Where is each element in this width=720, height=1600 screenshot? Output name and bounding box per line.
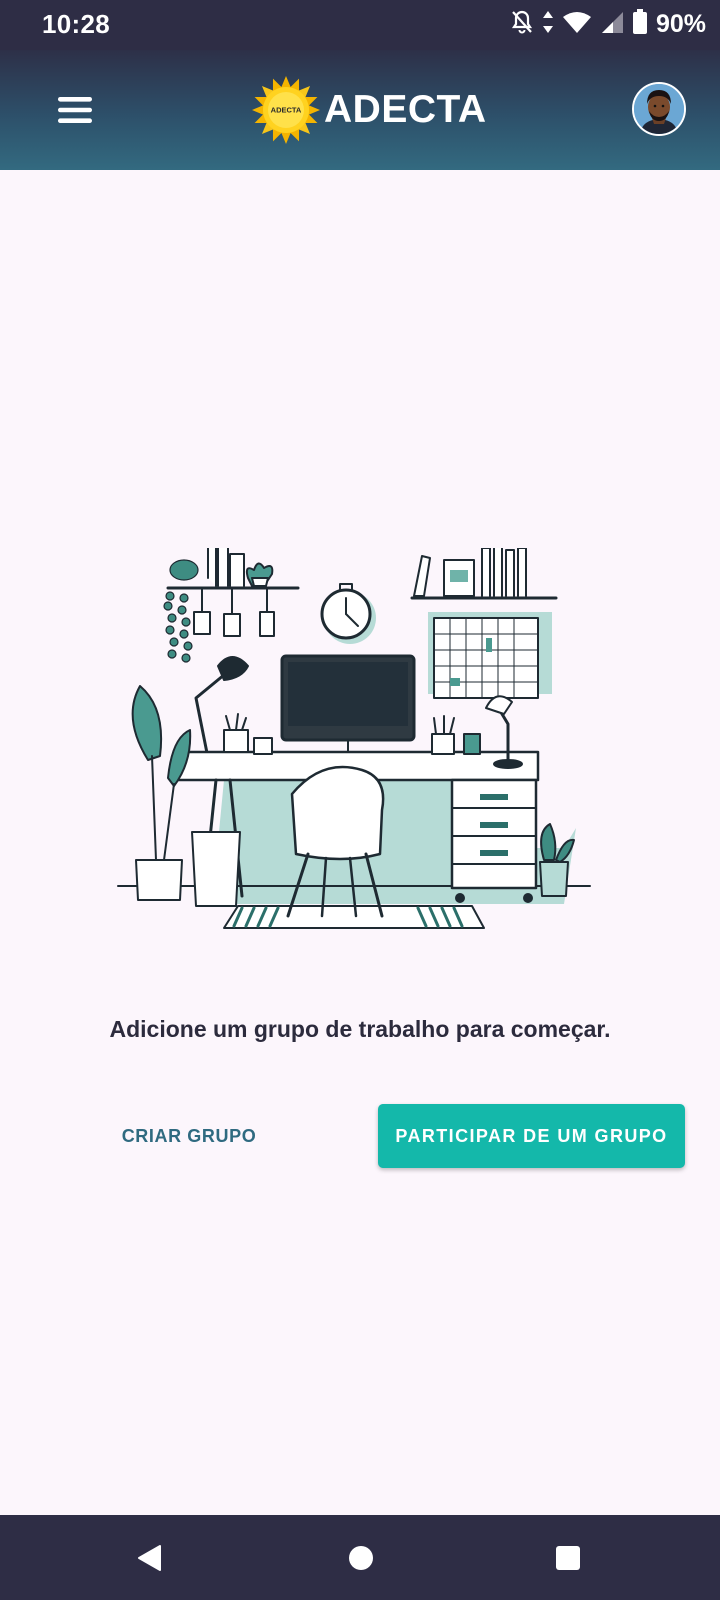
- back-icon: [138, 1545, 161, 1571]
- status-icons: 90%: [510, 8, 706, 40]
- home-button[interactable]: [338, 1535, 384, 1581]
- join-group-button[interactable]: PARTICIPAR DE UM GRUPO: [378, 1104, 685, 1168]
- empty-state-message: Adicione um grupo de trabalho para começ…: [109, 1016, 611, 1042]
- back-button[interactable]: [127, 1535, 173, 1581]
- avatar[interactable]: [632, 82, 686, 136]
- home-icon: [349, 1546, 373, 1570]
- cell-signal-icon: [600, 10, 624, 39]
- status-time: 10:28: [42, 9, 110, 39]
- logo-text: ADECTA: [271, 106, 302, 115]
- workspace-illustration: [117, 548, 591, 929]
- data-arrows-icon: [542, 10, 554, 39]
- navigation-bar: [0, 1515, 720, 1600]
- app-title: ADECTA: [324, 88, 487, 131]
- menu-button[interactable]: [46, 80, 106, 140]
- recents-button[interactable]: [545, 1535, 591, 1581]
- bell-off-icon: [510, 9, 534, 40]
- battery-percent: 90%: [655, 9, 706, 38]
- app-bar: ADECTA ADECTA: [0, 50, 720, 170]
- menu-icon: [58, 97, 92, 123]
- status-bar: 10:28 90%: [0, 0, 720, 50]
- sun-logo: ADECTA: [252, 76, 320, 144]
- wifi-icon: [562, 10, 592, 39]
- brand: ADECTA ADECTA: [250, 72, 487, 148]
- battery-icon: [632, 8, 648, 40]
- create-group-button[interactable]: CRIAR GRUPO: [104, 1104, 274, 1168]
- recents-icon: [556, 1546, 580, 1570]
